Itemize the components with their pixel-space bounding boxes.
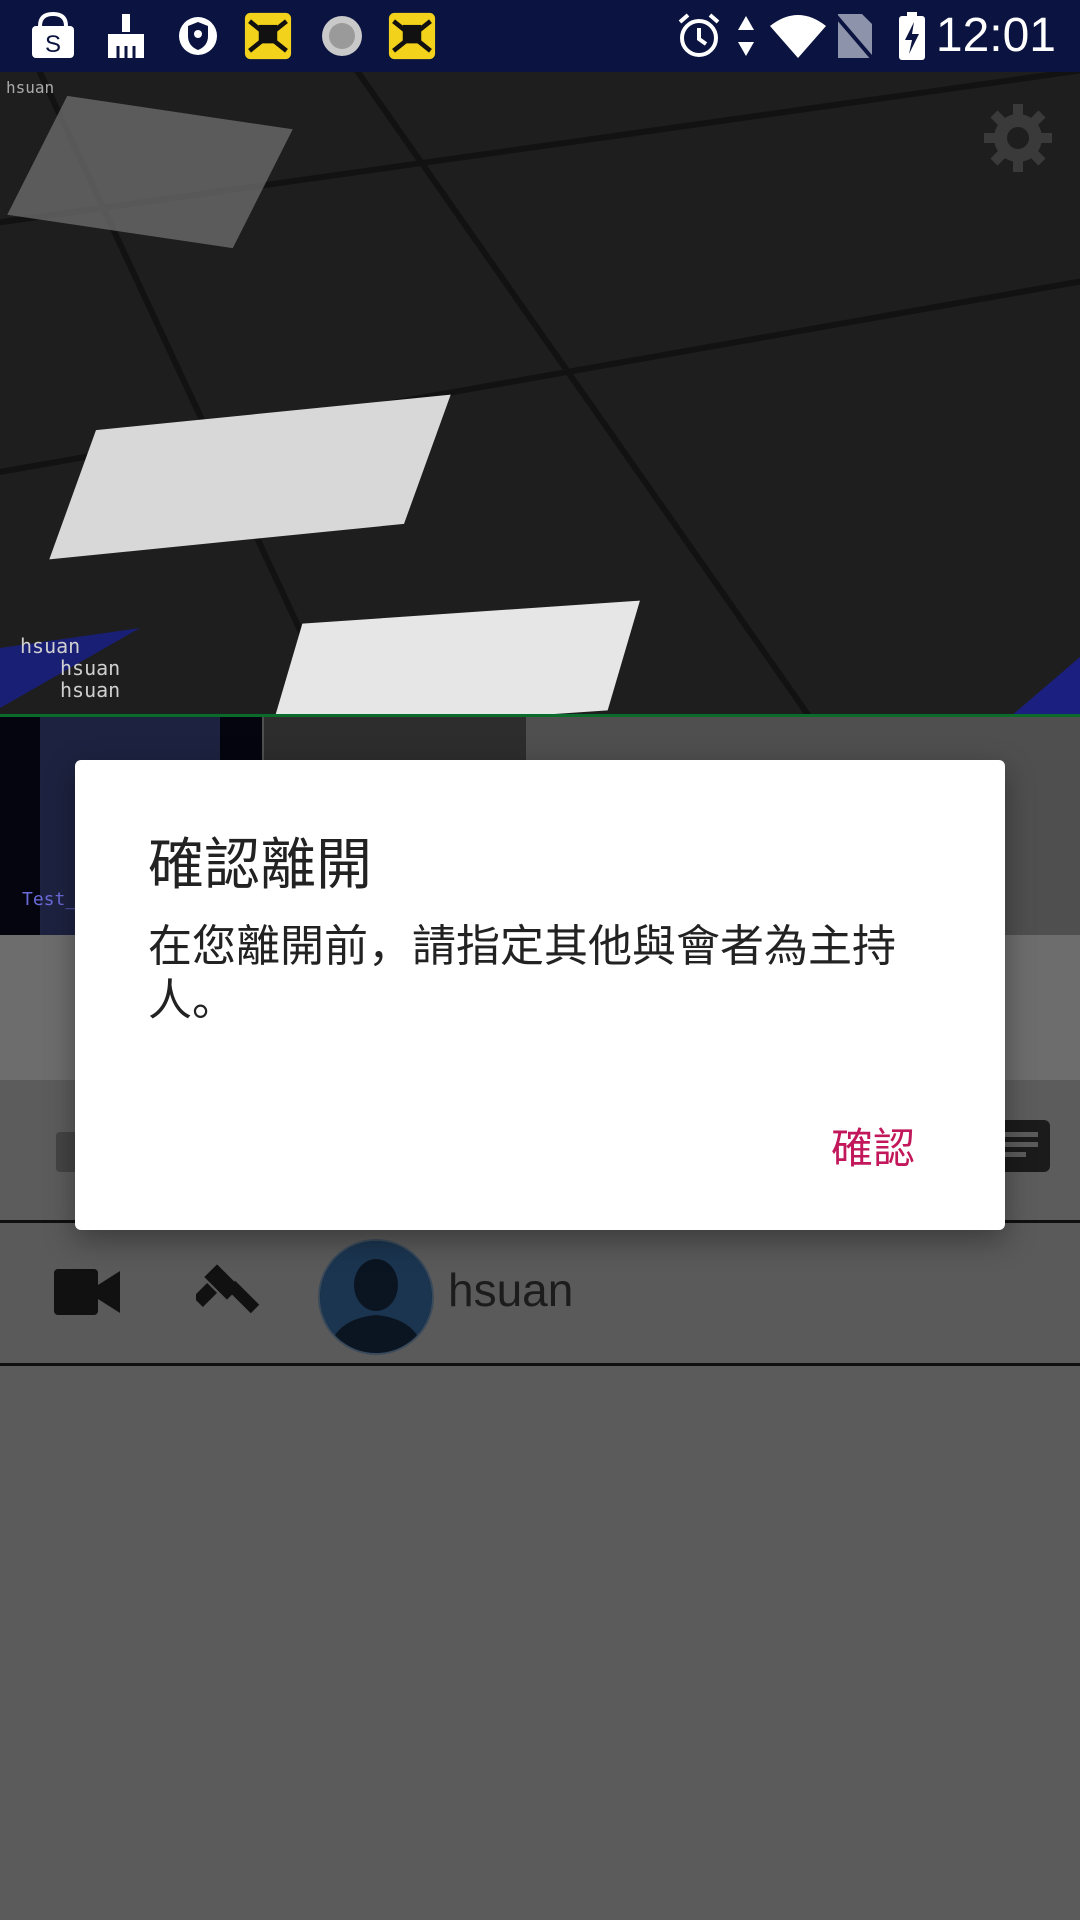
gavel-host-icon[interactable]	[196, 1259, 266, 1329]
settings-gear-icon[interactable]	[982, 102, 1054, 174]
status-bar: S 12:01	[0, 0, 1080, 72]
alarm-icon	[678, 13, 720, 57]
broom-icon	[108, 14, 144, 58]
overlay-name-1: hsuan	[20, 634, 81, 658]
video-owner-label: hsuan	[6, 78, 55, 97]
comic-app-icon-2	[388, 12, 436, 60]
confirm-leave-dialog: 確認離開 在您離開前，請指定其他與會者為主持人。 確認	[75, 760, 1005, 1230]
wifi-icon	[770, 15, 826, 58]
overlay-name-2: hsuan	[60, 656, 121, 680]
no-sim-icon	[834, 14, 874, 60]
participant-name: hsuan	[448, 1264, 574, 1316]
blue-corner-marker-right	[1011, 657, 1080, 716]
confirm-button[interactable]: 確認	[831, 1115, 915, 1176]
overlay-name-3: hsuan	[60, 678, 121, 702]
dialog-message: 在您離開前，請指定其他與會者為主持人。	[148, 921, 896, 1026]
comic-app-icon	[244, 12, 292, 60]
dialog-title: 確認離開	[148, 833, 372, 898]
main-video-feed[interactable]: hsuan hsuan hsuan hsuan	[0, 72, 1080, 716]
participant-row: hsuan	[0, 1223, 1080, 1366]
loading-spinner-icon	[322, 16, 362, 56]
vpn-shield-icon	[179, 17, 217, 55]
participant-avatar	[318, 1239, 434, 1355]
video-camera-icon[interactable]	[54, 1269, 120, 1315]
svg-text:S: S	[45, 31, 61, 58]
shopee-bag-icon: S	[32, 12, 74, 58]
data-arrows-icon	[738, 16, 754, 56]
status-time: 12:01	[935, 9, 1056, 62]
battery-charging-icon	[899, 12, 925, 60]
